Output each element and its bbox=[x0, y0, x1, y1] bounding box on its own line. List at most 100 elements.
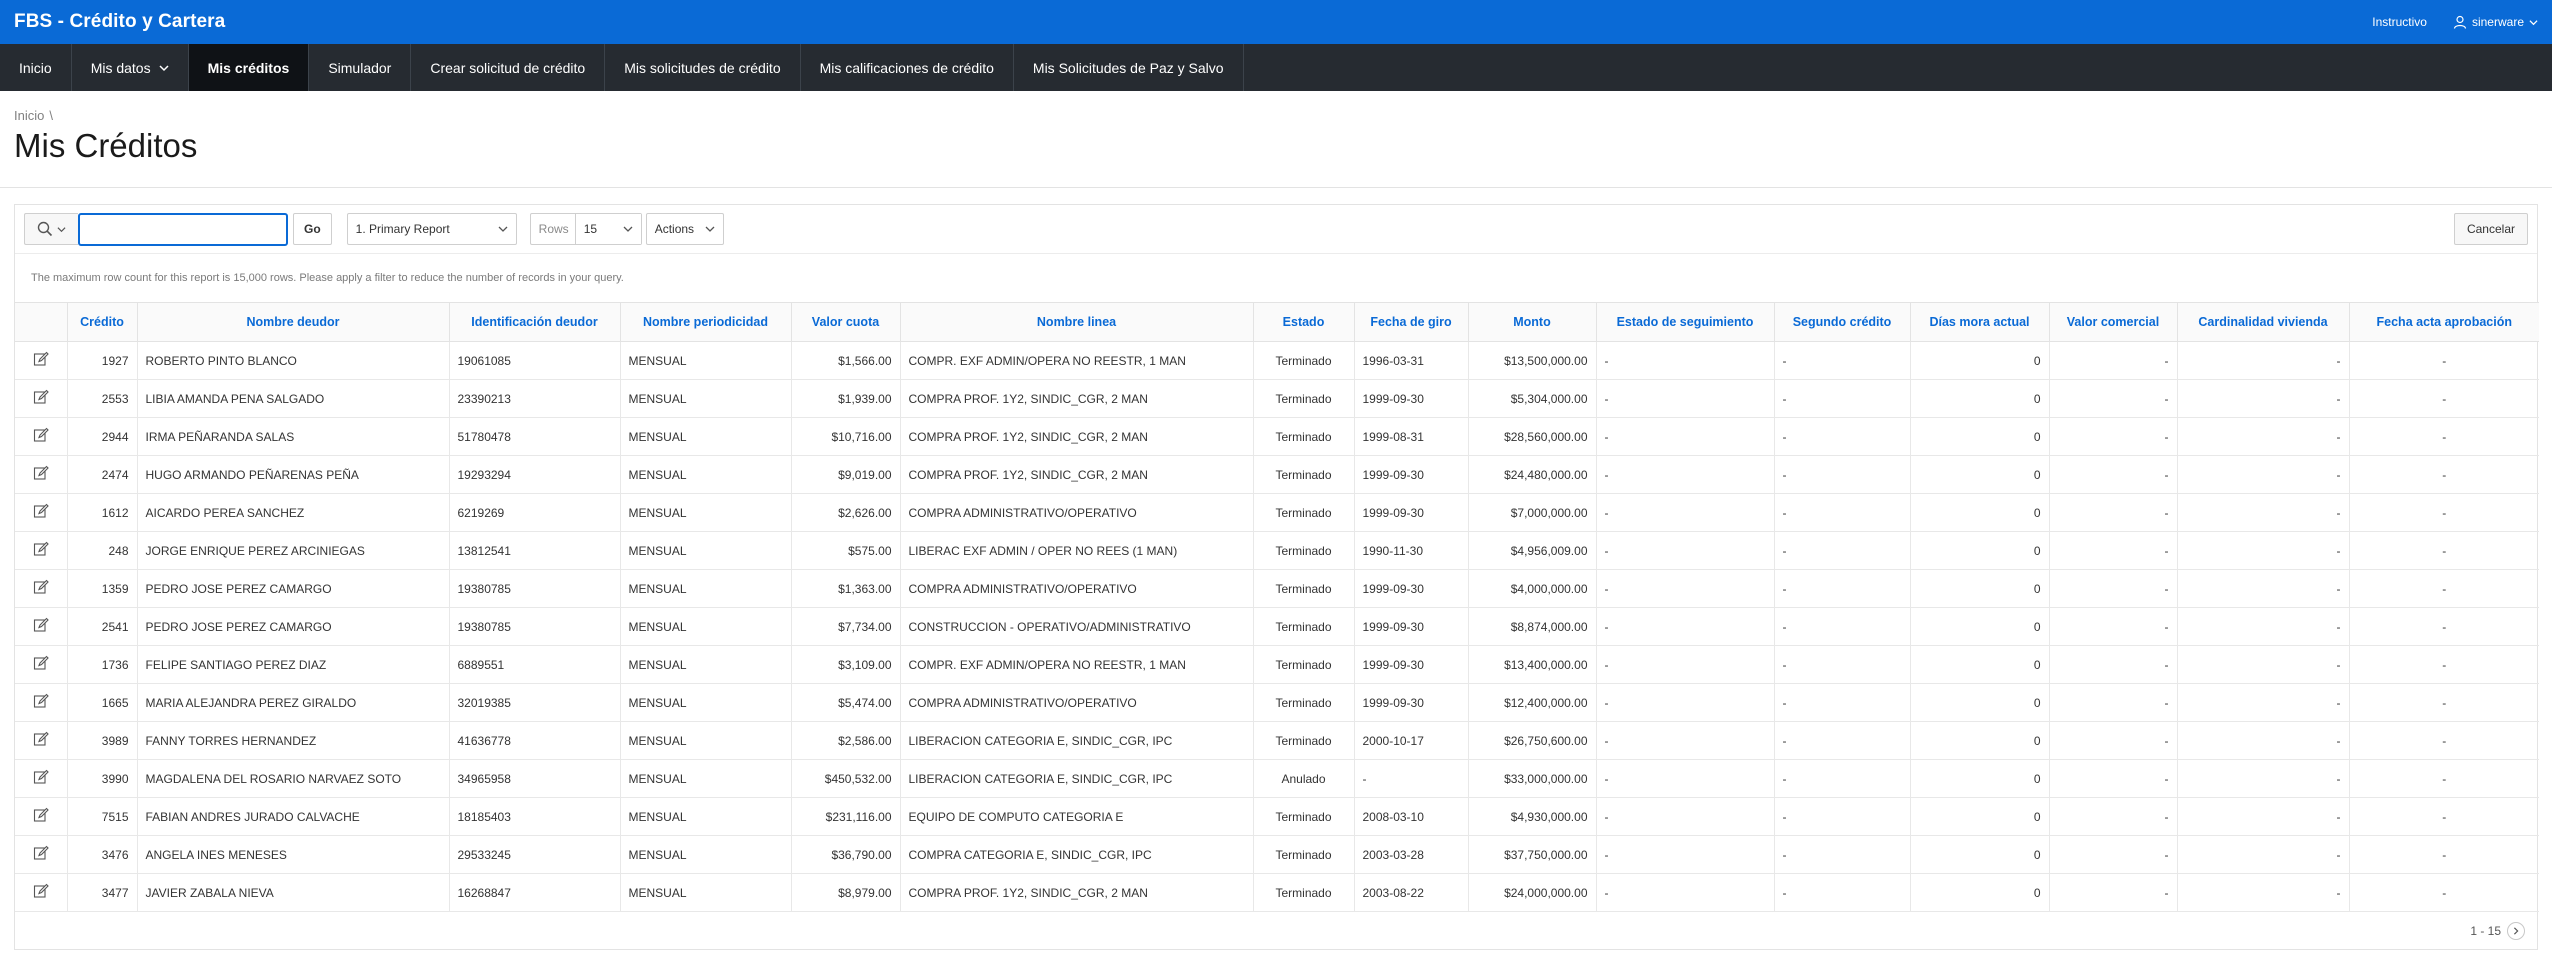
top-bar: FBS - Crédito y Cartera Instructivo sine… bbox=[0, 0, 2552, 44]
edit-row-link[interactable] bbox=[15, 569, 68, 608]
cell-valor-comercial: - bbox=[2049, 759, 2178, 798]
column-header-nombre-deudor[interactable]: Nombre deudor bbox=[137, 302, 450, 342]
table-row: 7515 FABIAN ANDRES JURADO CALVACHE 1818540… bbox=[15, 797, 2539, 836]
edit-row-link[interactable] bbox=[15, 379, 68, 418]
edit-row-link[interactable] bbox=[15, 607, 68, 646]
edit-row-link[interactable] bbox=[15, 683, 68, 722]
next-page-button[interactable] bbox=[2507, 922, 2525, 940]
edit-row-link[interactable] bbox=[15, 721, 68, 760]
edit-row-link[interactable] bbox=[15, 645, 68, 684]
column-header-fecha-acta-aprobacion[interactable]: Fecha acta aprobación bbox=[2349, 302, 2539, 342]
cell-dias-mora-actual: 0 bbox=[1910, 797, 2050, 836]
cell-nombre-linea: COMPRA PROF. 1Y2, SINDIC_CGR, 2 MAN bbox=[900, 379, 1254, 418]
cell-valor-comercial: - bbox=[2049, 683, 2178, 722]
cell-nombre-linea: COMPRA PROF. 1Y2, SINDIC_CGR, 2 MAN bbox=[900, 455, 1254, 494]
table-body: 1927 ROBERTO PINTO BLANCO 19061085 MENSUAL $… bbox=[15, 341, 2539, 912]
column-header-estado-de-seguimiento[interactable]: Estado de seguimiento bbox=[1596, 302, 1775, 342]
cell-segundo-credito: - bbox=[1774, 759, 1911, 798]
cancel-button[interactable]: Cancelar bbox=[2453, 213, 2528, 245]
page-title: Mis Créditos bbox=[14, 127, 198, 164]
cell-nombre-linea: LIBERACION CATEGORIA E, SINDIC_CGR, IPC bbox=[900, 759, 1254, 798]
cell-segundo-credito: - bbox=[1774, 417, 1911, 456]
edit-icon bbox=[33, 351, 49, 366]
cell-nombre-deudor: FELIPE SANTIAGO PEREZ DIAZ bbox=[137, 645, 450, 684]
cell-cardinalidad-vivienda: - bbox=[2177, 531, 2350, 570]
column-header-edit bbox=[15, 302, 68, 342]
column-header-cardinalidad-vivienda[interactable]: Cardinalidad vivienda bbox=[2177, 302, 2350, 342]
column-header-dias-mora-actual[interactable]: Días mora actual bbox=[1910, 302, 2050, 342]
rows-select[interactable]: 15 bbox=[574, 214, 641, 244]
cell-estado-de-seguimiento: - bbox=[1596, 835, 1775, 874]
cell-identificacion-deudor: 18185403 bbox=[449, 797, 621, 836]
column-header-fecha-de-giro[interactable]: Fecha de giro bbox=[1354, 302, 1469, 342]
cell-segundo-credito: - bbox=[1774, 379, 1911, 418]
cell-fecha-de-giro: 1999-09-30 bbox=[1354, 683, 1469, 722]
cell-valor-comercial: - bbox=[2049, 379, 2178, 418]
cell-estado-de-seguimiento: - bbox=[1596, 455, 1775, 494]
edit-icon bbox=[33, 655, 49, 670]
column-header-identificacion-deudor[interactable]: Identificación deudor bbox=[449, 302, 621, 342]
cell-nombre-deudor: AICARDO PEREA SANCHEZ bbox=[137, 493, 450, 532]
column-header-credito[interactable]: Crédito bbox=[67, 302, 138, 342]
column-header-monto[interactable]: Monto bbox=[1468, 302, 1597, 342]
edit-row-link[interactable] bbox=[15, 455, 68, 494]
top-bar-right: Instructivo sinerware bbox=[2372, 15, 2538, 29]
edit-row-link[interactable] bbox=[15, 835, 68, 874]
column-header-valor-comercial[interactable]: Valor comercial bbox=[2049, 302, 2178, 342]
actions-menu-button[interactable]: Actions bbox=[645, 213, 724, 245]
edit-row-link[interactable] bbox=[15, 797, 68, 836]
user-menu[interactable]: sinerware bbox=[2453, 15, 2538, 29]
cell-credito: 1736 bbox=[67, 645, 138, 684]
column-header-nombre-linea[interactable]: Nombre linea bbox=[900, 302, 1254, 342]
cell-nombre-periodicidad: MENSUAL bbox=[620, 607, 792, 646]
nav-item-mis-solicitudes-de-credito[interactable]: Mis solicitudes de crédito bbox=[605, 44, 801, 91]
column-header-valor-cuota[interactable]: Valor cuota bbox=[791, 302, 901, 342]
cell-identificacion-deudor: 19380785 bbox=[449, 569, 621, 608]
edit-row-link[interactable] bbox=[15, 531, 68, 570]
cell-monto: $4,930,000.00 bbox=[1468, 797, 1597, 836]
cell-fecha-de-giro: 1999-09-30 bbox=[1354, 569, 1469, 608]
cell-fecha-acta-aprobacion: - bbox=[2349, 721, 2539, 760]
search-input[interactable] bbox=[78, 212, 288, 246]
cell-valor-comercial: - bbox=[2049, 455, 2178, 494]
go-button[interactable]: Go bbox=[293, 213, 332, 245]
nav-item-inicio[interactable]: Inicio bbox=[0, 44, 72, 91]
column-header-estado[interactable]: Estado bbox=[1253, 302, 1355, 342]
nav-item-label: Mis créditos bbox=[207, 59, 290, 76]
user-icon bbox=[2453, 15, 2467, 29]
cell-valor-cuota: $2,626.00 bbox=[791, 493, 901, 532]
cell-fecha-acta-aprobacion: - bbox=[2349, 607, 2539, 646]
edit-row-link[interactable] bbox=[15, 493, 68, 532]
nav-item-mis-datos[interactable]: Mis datos bbox=[72, 44, 189, 91]
app-title[interactable]: FBS - Crédito y Cartera bbox=[14, 11, 225, 33]
edit-row-link[interactable] bbox=[15, 873, 68, 912]
cell-fecha-de-giro: 1990-11-30 bbox=[1354, 531, 1469, 570]
cell-segundo-credito: - bbox=[1774, 835, 1911, 874]
nav-item-label: Inicio bbox=[19, 59, 52, 76]
cell-estado-de-seguimiento: - bbox=[1596, 645, 1775, 684]
report-select[interactable]: 1. Primary Report bbox=[346, 213, 517, 245]
nav-item-mis-calificaciones-de-credito[interactable]: Mis calificaciones de crédito bbox=[801, 44, 1014, 91]
cell-identificacion-deudor: 51780478 bbox=[449, 417, 621, 456]
cell-valor-comercial: - bbox=[2049, 569, 2178, 608]
cell-fecha-de-giro: 1999-09-30 bbox=[1354, 493, 1469, 532]
cell-cardinalidad-vivienda: - bbox=[2177, 379, 2350, 418]
cell-credito: 3990 bbox=[67, 759, 138, 798]
nav-item-simulador[interactable]: Simulador bbox=[309, 44, 412, 91]
cell-cardinalidad-vivienda: - bbox=[2177, 569, 2350, 608]
breadcrumb-home[interactable]: Inicio bbox=[14, 108, 44, 123]
cell-valor-cuota: $36,790.00 bbox=[791, 835, 901, 874]
search-column-button[interactable] bbox=[24, 213, 78, 245]
help-link[interactable]: Instructivo bbox=[2372, 15, 2427, 29]
table-row: 1927 ROBERTO PINTO BLANCO 19061085 MENSUAL $… bbox=[15, 341, 2539, 380]
nav-item-mis-solicitudes-de-paz-y-salvo[interactable]: Mis Solicitudes de Paz y Salvo bbox=[1014, 44, 1244, 91]
column-header-segundo-credito[interactable]: Segundo crédito bbox=[1774, 302, 1911, 342]
column-header-nombre-periodicidad[interactable]: Nombre periodicidad bbox=[620, 302, 792, 342]
cell-fecha-acta-aprobacion: - bbox=[2349, 417, 2539, 456]
nav-item-mis-creditos[interactable]: Mis créditos bbox=[188, 44, 310, 91]
edit-row-link[interactable] bbox=[15, 341, 68, 380]
edit-row-link[interactable] bbox=[15, 417, 68, 456]
edit-row-link[interactable] bbox=[15, 759, 68, 798]
cell-nombre-periodicidad: MENSUAL bbox=[620, 683, 792, 722]
nav-item-crear-solicitud-de-credito[interactable]: Crear solicitud de crédito bbox=[411, 44, 606, 91]
